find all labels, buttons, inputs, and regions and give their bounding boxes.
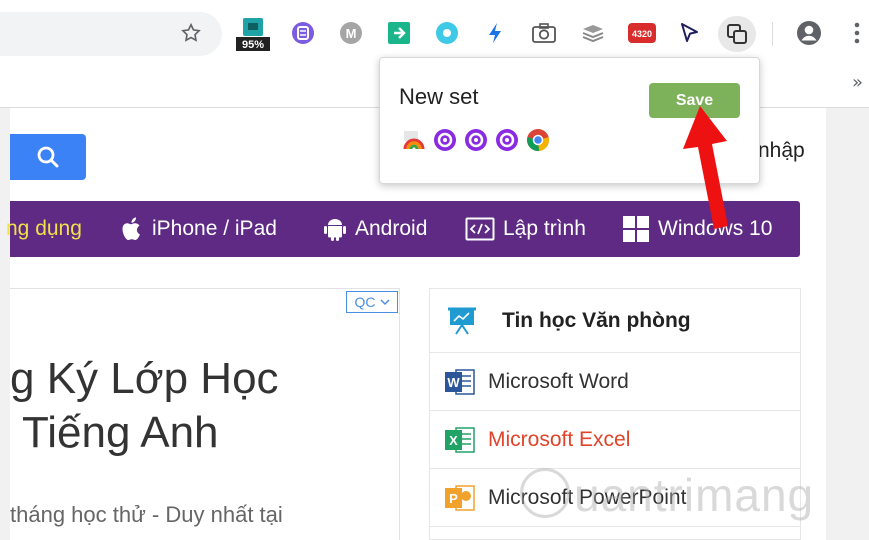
popup-title: New set [399, 84, 479, 109]
extension-red-counter-icon[interactable]: 4320 [627, 20, 657, 46]
extension-purple-icon[interactable] [290, 20, 316, 46]
account-icon[interactable] [796, 20, 822, 46]
ad-subtitle-line2: ư [30, 532, 45, 540]
extension-purple-icon[interactable] [464, 128, 488, 152]
bookmarks-overflow-button[interactable]: » [852, 72, 863, 93]
svg-text:M: M [346, 26, 357, 41]
excel-icon: X [444, 425, 476, 455]
watermark: uantrimang [574, 469, 815, 521]
sidebar-item-label: Microsoft Excel [488, 427, 631, 451]
nav-item-iphone[interactable]: iPhone / iPad [120, 201, 277, 257]
sidebar-item-excel[interactable]: X Microsoft Excel [430, 411, 800, 469]
cursor-icon[interactable] [676, 20, 702, 46]
badge-percent: 95% [242, 39, 264, 51]
apple-icon [120, 216, 144, 242]
save-button[interactable]: Save [649, 83, 740, 118]
search-button[interactable] [10, 134, 86, 180]
extension-grey-m-icon[interactable]: M [338, 20, 364, 46]
word-icon: W [444, 367, 476, 397]
chevron-down-icon [379, 299, 390, 306]
star-icon[interactable] [178, 20, 204, 46]
presentation-board-icon [446, 306, 478, 336]
sidebar-item-label: Microsoft Word [488, 369, 629, 393]
nav-item-label: Android [355, 217, 428, 240]
extension-purple-icon[interactable] [433, 128, 457, 152]
nav-item-label: Windows 10 [658, 217, 773, 240]
new-set-popup: New set Save [379, 57, 760, 184]
extension-sets-icon[interactable] [718, 16, 756, 52]
nav-item-apps[interactable]: ng dụng [6, 201, 82, 257]
nav-item-android[interactable]: Android [323, 201, 427, 257]
svg-text:W: W [447, 375, 460, 390]
watermark-logo [520, 468, 570, 518]
nav-item-label: ng dụng [6, 217, 82, 240]
menu-icon[interactable] [847, 20, 867, 46]
powerpoint-icon: P [444, 483, 476, 513]
nav-item-label: iPhone / iPad [152, 217, 277, 240]
windows-icon [622, 215, 650, 243]
extension-cyan-icon[interactable] [434, 20, 460, 46]
extension-rainbow-icon[interactable] [402, 128, 426, 152]
nav-item-label: Lập trình [503, 217, 586, 240]
ad-subtitle: tháng học thử - Duy nhất tại [10, 502, 283, 527]
nav-item-programming[interactable]: Lập trình [465, 201, 586, 257]
ad-badge-label: QC [354, 294, 376, 310]
svg-text:P: P [449, 491, 458, 506]
search-icon [37, 146, 59, 168]
extension-chrome-icon[interactable] [526, 128, 550, 152]
nav-item-windows10[interactable]: Windows 10 [622, 201, 772, 257]
code-icon [465, 217, 495, 241]
toolbar-separator [772, 22, 773, 46]
page-left-gutter [0, 108, 10, 540]
sidebar-heading-text: Tin học Văn phòng [502, 308, 691, 332]
sidebar-heading: Tin học Văn phòng [430, 289, 800, 353]
camera-icon[interactable] [531, 20, 557, 46]
login-link[interactable]: nhập [758, 139, 805, 163]
extension-purple-icon[interactable] [495, 128, 519, 152]
badge-count: 4320 [632, 29, 652, 39]
page-right-gutter [826, 108, 869, 540]
set-extension-list [402, 128, 557, 152]
ad-title-line2: Tiếng Anh [22, 408, 219, 457]
sidebar-item-word[interactable]: W Microsoft Word [430, 353, 800, 411]
android-icon [323, 216, 347, 242]
svg-text:X: X [449, 433, 458, 448]
extension-stack-icon[interactable] [580, 20, 606, 46]
extension-95-icon[interactable]: 95% [236, 16, 270, 52]
ad-title-line1: g Ký Lớp Học [10, 354, 279, 403]
extension-bolt-icon[interactable] [482, 20, 508, 46]
browser-window: 95% M 4320 » nhập ng dụng iPhone / iPad … [0, 0, 869, 540]
extension-green-arrow-icon[interactable] [386, 20, 412, 46]
ad-badge[interactable]: QC [346, 291, 398, 313]
category-navbar: ng dụng iPhone / iPad Android Lập trình [6, 201, 800, 257]
